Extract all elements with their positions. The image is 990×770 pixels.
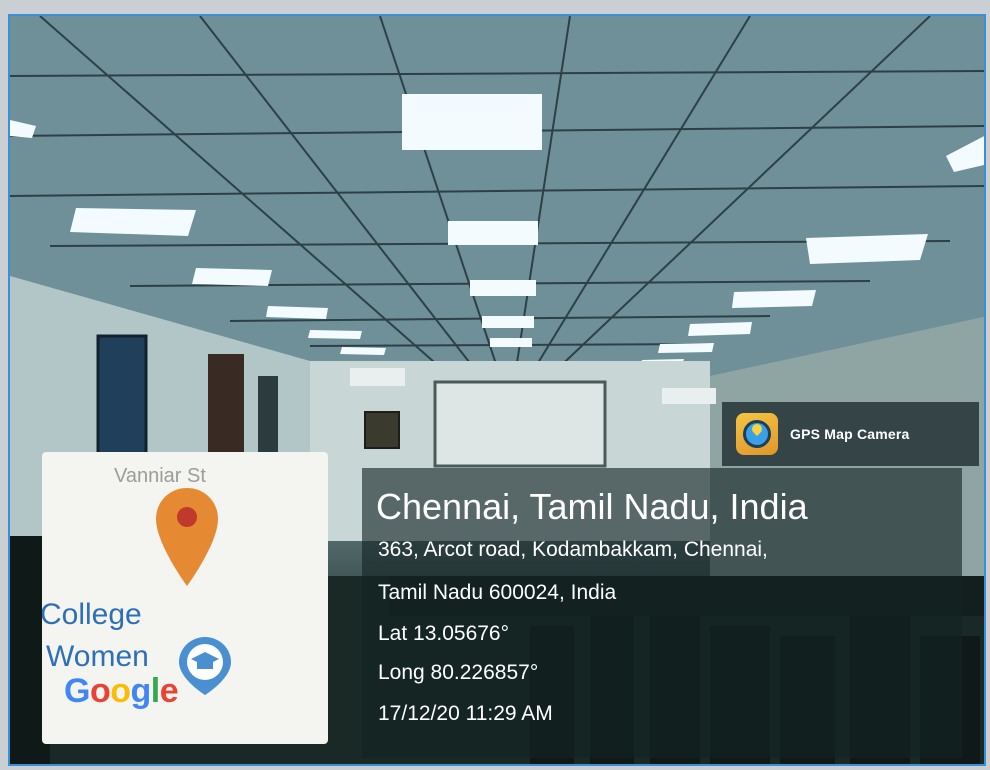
air-conditioner-right [662, 388, 716, 404]
gps-map-camera-badge: GPS Map Camera [722, 402, 979, 466]
poi-label-line-2: Women [46, 640, 149, 673]
google-letter: l [150, 672, 160, 710]
app-name-label: GPS Map Camera [790, 426, 910, 442]
left-door-2 [208, 354, 244, 462]
location-title: Chennai, Tamil Nadu, India [376, 486, 808, 527]
poi-label-line-1: College [42, 598, 142, 631]
address-line-2: Tamil Nadu 600024, India [378, 581, 617, 604]
map-thumbnail: Vanniar St College Women Google [42, 452, 328, 744]
google-letter: o [89, 672, 111, 710]
latitude-readout: Lat 13.05676° [378, 622, 510, 645]
google-letter: g [130, 672, 152, 710]
location-pin-icon [156, 488, 218, 586]
gps-map-camera-icon [736, 413, 778, 455]
air-conditioner [350, 368, 405, 386]
longitude-readout: Long 80.226857° [378, 661, 539, 684]
google-letter: e [159, 672, 179, 710]
google-logo-text: Google [64, 672, 179, 711]
road-label: Vanniar St [114, 465, 206, 487]
google-letter: o [110, 672, 131, 710]
hall-photo: GPS Map Camera Vanniar St College Women … [8, 14, 986, 766]
left-door [96, 334, 148, 470]
address-line-1: 363, Arcot road, Kodambakkam, Chennai, [378, 538, 768, 561]
google-attribution: Google [64, 672, 179, 711]
timestamp: 17/12/20 11:29 AM [378, 702, 553, 725]
wall-portrait [364, 411, 400, 449]
projector-screen [433, 380, 607, 468]
education-icon [179, 637, 231, 695]
google-letter: G [64, 672, 90, 710]
left-window [258, 376, 278, 460]
